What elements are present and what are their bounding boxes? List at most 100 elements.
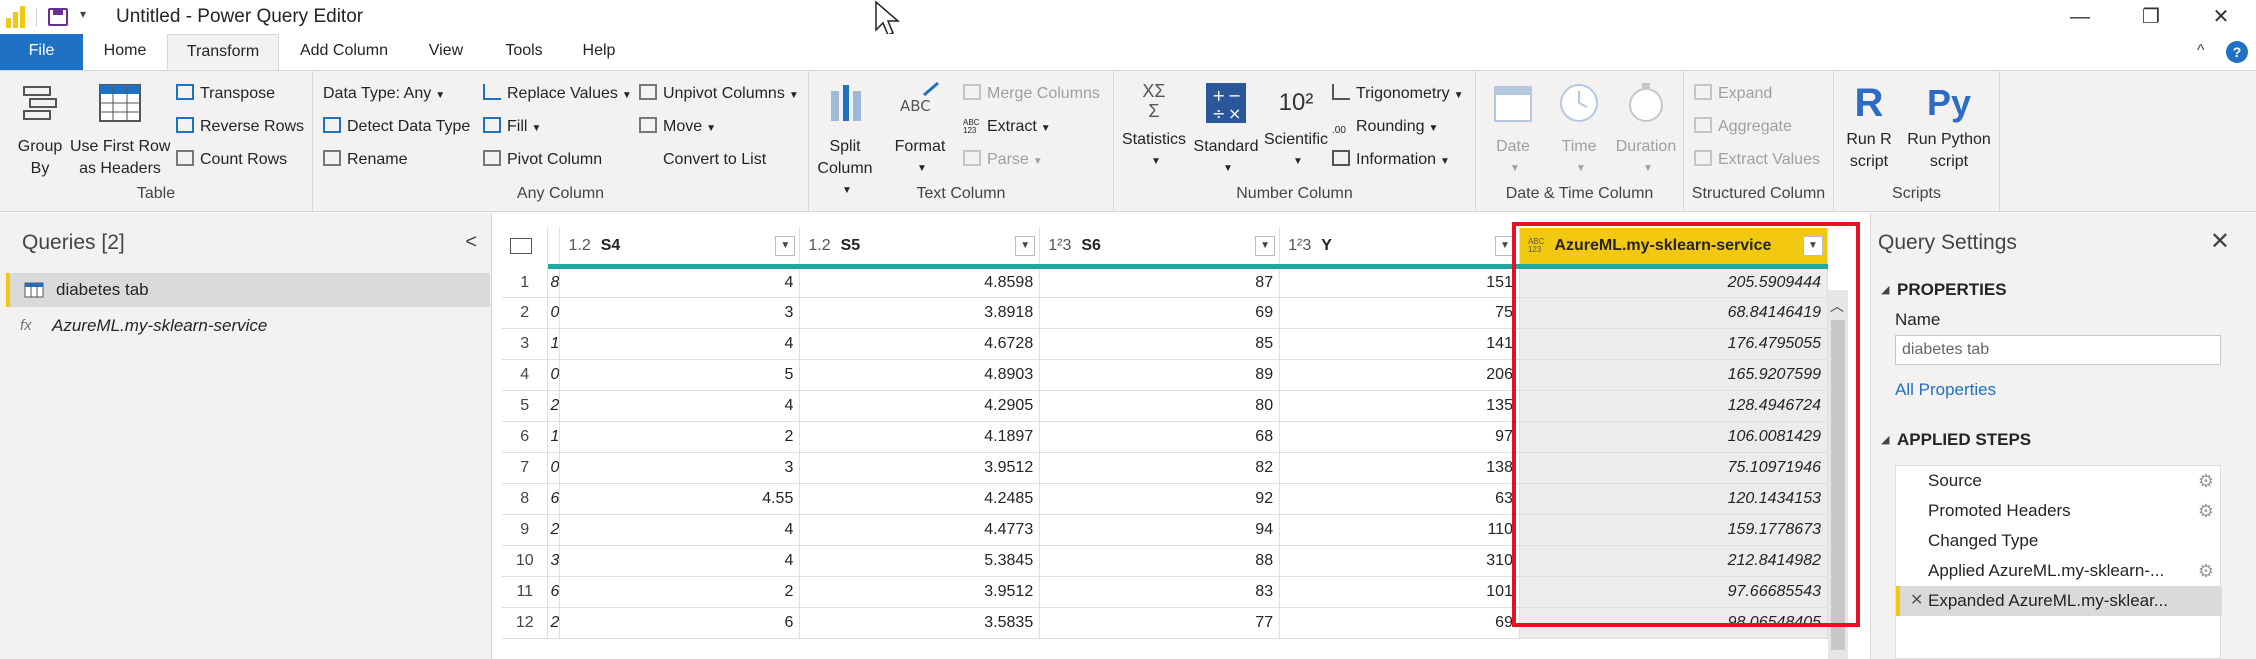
- table-row[interactable]: 7 0 3 3.9512 82 138 75.10971946: [502, 452, 1828, 484]
- use-first-row-button[interactable]: Use First Row as Headers: [70, 81, 170, 180]
- filter-dropdown-icon[interactable]: ▼: [1015, 236, 1036, 256]
- cell-cut[interactable]: 2: [547, 514, 561, 546]
- cell-y[interactable]: 206: [1279, 359, 1520, 391]
- column-header-s4[interactable]: 1.2 S4 ▼: [559, 228, 801, 269]
- unpivot-columns-button[interactable]: Unpivot Columns ▼: [639, 83, 799, 105]
- cell-s6[interactable]: 94: [1039, 514, 1281, 546]
- table-row[interactable]: 6 1 2 4.1897 68 97 106.0081429: [502, 421, 1828, 453]
- cell-y[interactable]: 310: [1279, 545, 1520, 577]
- cell-s4[interactable]: 4.55: [559, 483, 801, 515]
- count-rows-button[interactable]: Count Rows: [176, 149, 287, 171]
- cell-cut[interactable]: 2: [547, 607, 561, 639]
- vertical-scrollbar[interactable]: ︿: [1828, 290, 1848, 659]
- table-row[interactable]: 3 1 4 4.6728 85 141 176.4795055: [502, 328, 1828, 360]
- decimal-type-icon[interactable]: 1.2: [568, 237, 590, 254]
- scrollbar-thumb[interactable]: [1831, 320, 1845, 650]
- trigonometry-button[interactable]: Trigonometry ▼: [1332, 83, 1464, 105]
- cell-s5[interactable]: 4.8598: [799, 266, 1041, 298]
- minimize-button[interactable]: —: [2055, 2, 2105, 32]
- standard-button[interactable]: + − ÷ × Standard ▼: [1190, 81, 1262, 180]
- cell-s5[interactable]: 5.3845: [799, 545, 1041, 577]
- filter-dropdown-icon[interactable]: ▼: [775, 236, 796, 256]
- query-name-input[interactable]: diabetes tab: [1895, 335, 2221, 365]
- parse-button[interactable]: Parse ▼: [963, 149, 1043, 171]
- collapse-triangle-icon[interactable]: ◢: [1881, 433, 1889, 446]
- cell-s6[interactable]: 89: [1039, 359, 1281, 391]
- cell-cut[interactable]: 8: [547, 266, 561, 298]
- scroll-up-icon[interactable]: ︿: [1830, 296, 1844, 316]
- gear-icon[interactable]: ⚙: [2198, 466, 2214, 496]
- filter-dropdown-icon[interactable]: ▼: [1494, 236, 1515, 256]
- rename-button[interactable]: Rename: [323, 149, 407, 171]
- run-r-script-button[interactable]: R Run R script: [1838, 81, 1900, 173]
- cell-cut[interactable]: 3: [547, 545, 561, 577]
- step-promoted-headers[interactable]: Promoted Headers ⚙: [1896, 496, 2222, 526]
- tab-help[interactable]: Help: [574, 34, 624, 70]
- row-number[interactable]: 2: [502, 297, 549, 329]
- cell-y[interactable]: 141: [1279, 328, 1520, 360]
- rounding-button[interactable]: .00 Rounding ▼: [1332, 116, 1438, 138]
- cell-cut[interactable]: 0: [547, 359, 561, 391]
- duration-button[interactable]: Duration ▼: [1612, 81, 1680, 180]
- step-applied-azureml[interactable]: Applied AzureML.my-sklearn-... ⚙: [1896, 556, 2222, 586]
- cell-azureml[interactable]: 98.06548405: [1519, 607, 1828, 639]
- row-number[interactable]: 3: [502, 328, 549, 360]
- quick-access-dropdown[interactable]: ▾: [80, 7, 86, 21]
- cell-s6[interactable]: 69: [1039, 297, 1281, 329]
- save-icon[interactable]: [48, 8, 68, 26]
- cell-s6[interactable]: 83: [1039, 576, 1281, 608]
- cell-s6[interactable]: 68: [1039, 421, 1281, 453]
- row-number[interactable]: 8: [502, 483, 549, 515]
- convert-to-list-button[interactable]: Convert to List: [639, 149, 766, 171]
- statistics-button[interactable]: XΣ Σ Statistics ▼: [1118, 81, 1190, 173]
- scientific-button[interactable]: 10² Scientific ▼: [1260, 81, 1332, 173]
- step-expanded-azureml[interactable]: ✕ Expanded AzureML.my-sklear...: [1896, 586, 2222, 616]
- reverse-rows-button[interactable]: Reverse Rows: [176, 116, 304, 138]
- column-header-azureml[interactable]: ABC 123 AzureML.my-sklearn-service ▼: [1519, 228, 1828, 269]
- table-row[interactable]: 9 2 4 4.4773 94 110 159.1778673: [502, 514, 1828, 546]
- table-row[interactable]: 1 8 4 4.8598 87 151 205.5909444: [502, 266, 1828, 298]
- close-window-button[interactable]: ✕: [2196, 2, 2246, 32]
- cell-s5[interactable]: 4.4773: [799, 514, 1041, 546]
- extract-values-button[interactable]: Extract Values: [1694, 149, 1820, 171]
- run-python-script-button[interactable]: Py Run Python script: [1900, 81, 1998, 173]
- cell-y[interactable]: 110: [1279, 514, 1520, 546]
- filter-dropdown-icon[interactable]: ▼: [1803, 236, 1823, 256]
- cell-s5[interactable]: 4.6728: [799, 328, 1041, 360]
- cell-azureml[interactable]: 159.1778673: [1519, 514, 1828, 546]
- cell-y[interactable]: 101: [1279, 576, 1520, 608]
- detect-data-type-button[interactable]: Detect Data Type: [323, 116, 470, 138]
- row-number[interactable]: 11: [502, 576, 549, 608]
- cell-s5[interactable]: 3.9512: [799, 452, 1041, 484]
- table-row[interactable]: 4 0 5 4.8903 89 206 165.9207599: [502, 359, 1828, 391]
- cell-cut[interactable]: 6: [547, 483, 561, 515]
- restore-button[interactable]: ❐: [2126, 2, 2176, 32]
- tab-file[interactable]: File: [0, 34, 83, 70]
- cell-azureml[interactable]: 75.10971946: [1519, 452, 1828, 484]
- cell-s6[interactable]: 87: [1039, 266, 1281, 298]
- tab-home[interactable]: Home: [92, 34, 158, 70]
- cell-s4[interactable]: 6: [559, 607, 801, 639]
- cell-cut[interactable]: 1: [547, 328, 561, 360]
- decimal-type-icon[interactable]: 1.2: [808, 237, 830, 254]
- query-item-azureml[interactable]: fx AzureML.my-sklearn-service: [6, 309, 490, 343]
- cell-s4[interactable]: 4: [559, 545, 801, 577]
- cell-y[interactable]: 135: [1279, 390, 1520, 422]
- cell-azureml[interactable]: 68.84146419: [1519, 297, 1828, 329]
- cell-y[interactable]: 63: [1279, 483, 1520, 515]
- cell-s5[interactable]: 3.9512: [799, 576, 1041, 608]
- column-header-y[interactable]: 1²3 Y ▼: [1279, 228, 1520, 269]
- step-changed-type[interactable]: Changed Type: [1896, 526, 2222, 556]
- expand-button[interactable]: Expand: [1694, 83, 1772, 105]
- aggregate-button[interactable]: Aggregate: [1694, 116, 1792, 138]
- row-number[interactable]: 7: [502, 452, 549, 484]
- cell-azureml[interactable]: 176.4795055: [1519, 328, 1828, 360]
- cell-azureml[interactable]: 165.9207599: [1519, 359, 1828, 391]
- format-button[interactable]: ABC Format ▼: [887, 81, 953, 180]
- cell-cut[interactable]: 6: [547, 576, 561, 608]
- table-row[interactable]: 11 6 2 3.9512 83 101 97.66685543: [502, 576, 1828, 608]
- cell-azureml[interactable]: 212.8414982: [1519, 545, 1828, 577]
- gear-icon[interactable]: ⚙: [2198, 496, 2214, 526]
- cell-s4[interactable]: 4: [559, 266, 801, 298]
- group-by-button[interactable]: Group By: [10, 81, 70, 180]
